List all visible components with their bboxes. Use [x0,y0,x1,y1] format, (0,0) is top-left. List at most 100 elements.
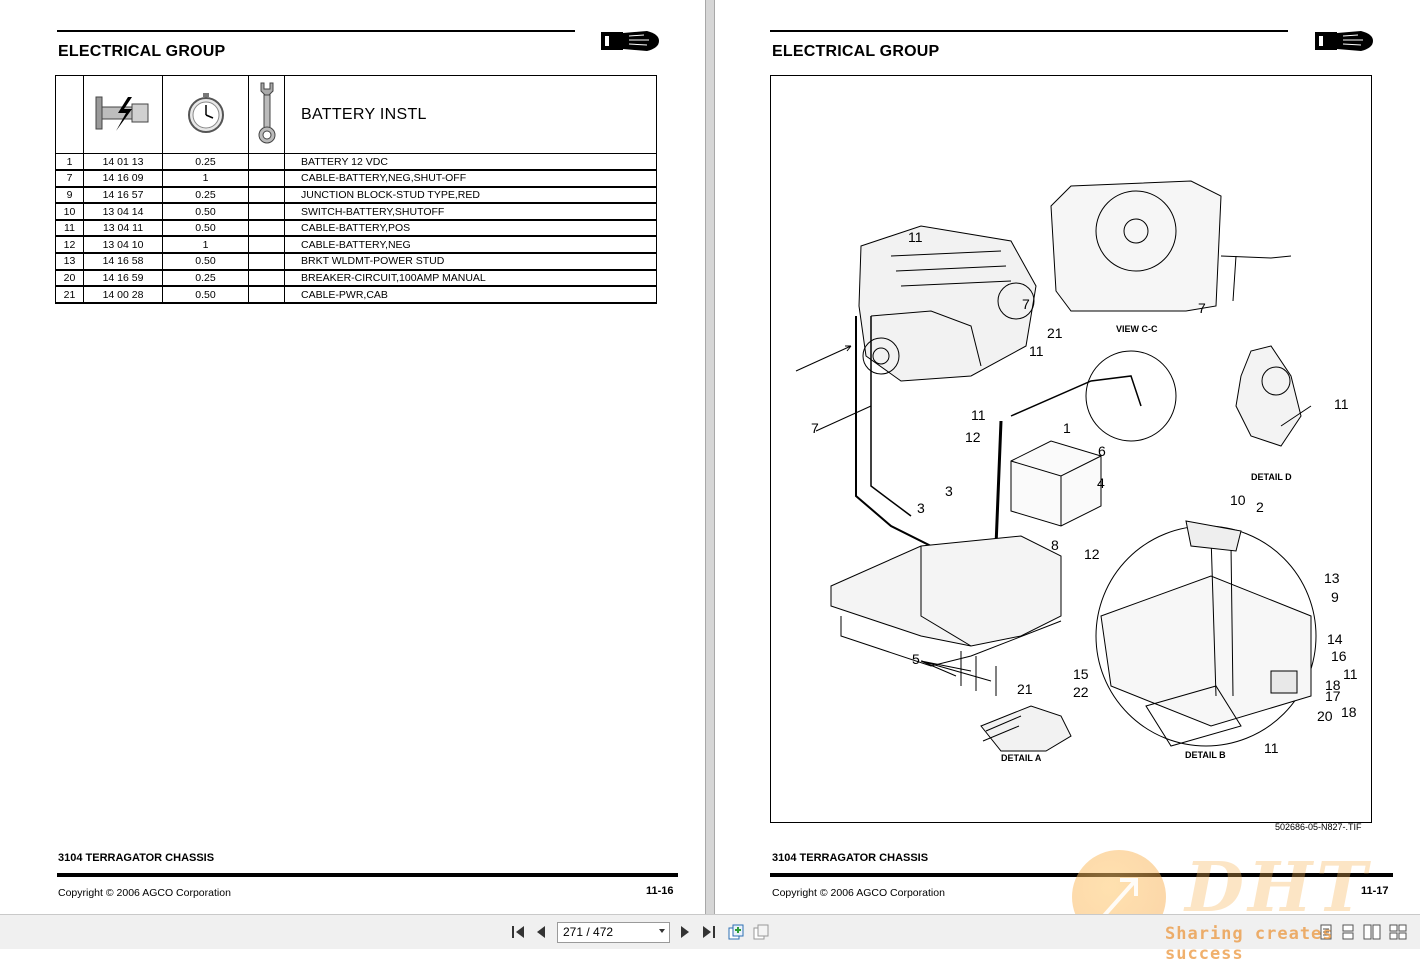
ref-number: 9 [55,186,84,205]
tool-cell [248,285,285,304]
last-page-button[interactable] [699,922,719,942]
tool-cell [248,269,285,288]
callout: 16 [1331,648,1347,664]
operation-code: 14 16 57 [83,186,163,205]
header-tool-icon-cell [248,75,285,154]
callout: 5 [912,651,920,667]
tool-cell [248,169,285,188]
callout: 21 [1017,681,1033,697]
operation-code: 13 04 10 [83,235,163,255]
labor-time: 0.25 [162,269,249,288]
part-description: CABLE-BATTERY,NEG [284,235,657,255]
tool-cell [248,202,285,221]
operation-code: 14 16 59 [83,269,163,288]
service-manual-hand-icon [601,31,659,51]
copyright: Copyright © 2006 AGCO Corporation [58,887,231,899]
part-description: BATTERY 12 VDC [284,153,657,172]
callout: 12 [965,429,981,445]
footer-title: 3104 TERRAGATOR CHASSIS [58,852,215,864]
last-page-icon [703,926,715,938]
sheet-title-cell: BATTERY INSTL [284,75,657,154]
chevron-down-icon[interactable] [659,929,665,933]
view-label: DETAIL A [1001,753,1042,763]
table-row: 1 14 01 13 0.25 BATTERY 12 VDC [55,153,657,172]
exploded-view-diagram: 11 21 11 7 7 11 12 1 6 4 3 3 8 7 11 5 21 [795,180,1358,763]
part-description: CABLE-BATTERY,POS [284,219,657,238]
ref-number: 12 [55,235,84,255]
callout: 3 [945,483,953,499]
callout: 7 [1198,300,1206,316]
tool-cell [248,186,285,205]
labor-time: 1 [162,169,249,188]
table-row: 12 13 04 10 1 CABLE-BATTERY,NEG [55,235,657,255]
callout: 13 [1324,570,1340,586]
left-page: ELECTRICAL GROUP BATTERY INSTL 1 14 01 1… [0,0,705,914]
table-row: 11 13 04 11 0.50 CABLE-BATTERY,POS [55,219,657,238]
table-row: 21 14 00 28 0.50 CABLE-PWR,CAB [55,285,657,304]
labor-time: 0.25 [162,153,249,172]
watermark-tagline: Sharing creates success [1165,924,1334,964]
operation-code: 14 16 09 [83,169,163,188]
extract-pages-button[interactable] [726,922,746,942]
page-number-input[interactable]: 271 / 472 [557,922,670,943]
view-label: VIEW C-C [1116,324,1158,334]
first-page-icon [512,926,524,938]
tool-cell [248,153,285,172]
ref-number: 20 [55,269,84,288]
right-page: ELECTRICAL GROUP 11 21 11 7 7 11 12 1 6 … [715,0,1420,914]
first-page-button[interactable] [508,922,528,942]
callout: 4 [1097,475,1105,491]
labor-time: 0.50 [162,202,249,221]
callout: 11 [1029,343,1044,359]
part-description: BRKT WLDMT-POWER STUD [284,252,657,271]
copy-pages-icon [753,924,769,940]
part-description: SWITCH-BATTERY,SHUTOFF [284,202,657,221]
pdf-viewer-canvas: ELECTRICAL GROUP BATTERY INSTL 1 14 01 1… [0,0,1420,944]
callout: 1 [1063,420,1071,436]
callout: 21 [1047,325,1063,341]
callout: 3 [917,500,925,516]
previous-page-button[interactable] [531,922,551,942]
ref-number: 1 [55,153,84,172]
next-page-button[interactable] [675,922,695,942]
tool-cell [248,219,285,238]
battery-installation-drawing: 11 21 11 7 7 11 12 1 6 4 3 3 8 7 11 5 21 [770,75,1372,823]
extract-pages-icon [728,924,744,940]
table-row: 10 13 04 14 0.50 SWITCH-BATTERY,SHUTOFF [55,202,657,221]
table-header-row: BATTERY INSTL [55,75,657,154]
ref-number: 7 [55,169,84,188]
figure-file-name: 502686-05-N827-.TIF [1275,822,1362,832]
table-row: 20 14 16 59 0.25 BREAKER-CIRCUIT,100AMP … [55,269,657,288]
group-title: ELECTRICAL GROUP [772,43,940,60]
header-ref-cell [55,75,84,154]
callout: 18 [1341,704,1357,720]
prev-page-icon [537,926,545,938]
callout: 15 [1073,666,1089,682]
labor-time: 1 [162,235,249,255]
ref-number: 11 [55,219,84,238]
table-row: 13 14 16 58 0.50 BRKT WLDMT-POWER STUD [55,252,657,271]
callout: 12 [1084,546,1100,562]
part-description: CABLE-BATTERY,NEG,SHUT-OFF [284,169,657,188]
service-manual-hand-icon [1315,31,1373,51]
stopwatch-icon [187,93,224,133]
top-rule [770,30,1288,32]
callout: 11 [1343,666,1358,682]
callout: 11 [971,407,986,423]
page-indicator: 271 / 472 [563,925,614,939]
part-description: JUNCTION BLOCK-STUD TYPE,RED [284,186,657,205]
copyright: Copyright © 2006 AGCO Corporation [772,887,945,899]
copy-pages-button[interactable] [751,922,771,942]
callout: 9 [1331,589,1339,605]
top-rule [57,30,575,32]
operation-code: 14 16 58 [83,252,163,271]
callout: 17 [1325,688,1341,704]
operation-code: 14 01 13 [83,153,163,172]
labor-time: 0.50 [162,285,249,304]
callout: 20 [1317,708,1333,724]
parts-table: BATTERY INSTL 1 14 01 13 0.25 BATTERY 12… [55,75,657,304]
page-gutter [705,0,715,914]
view-label: DETAIL B [1185,750,1226,760]
callout: 2 [1256,499,1264,515]
callout: 11 [1334,396,1349,412]
